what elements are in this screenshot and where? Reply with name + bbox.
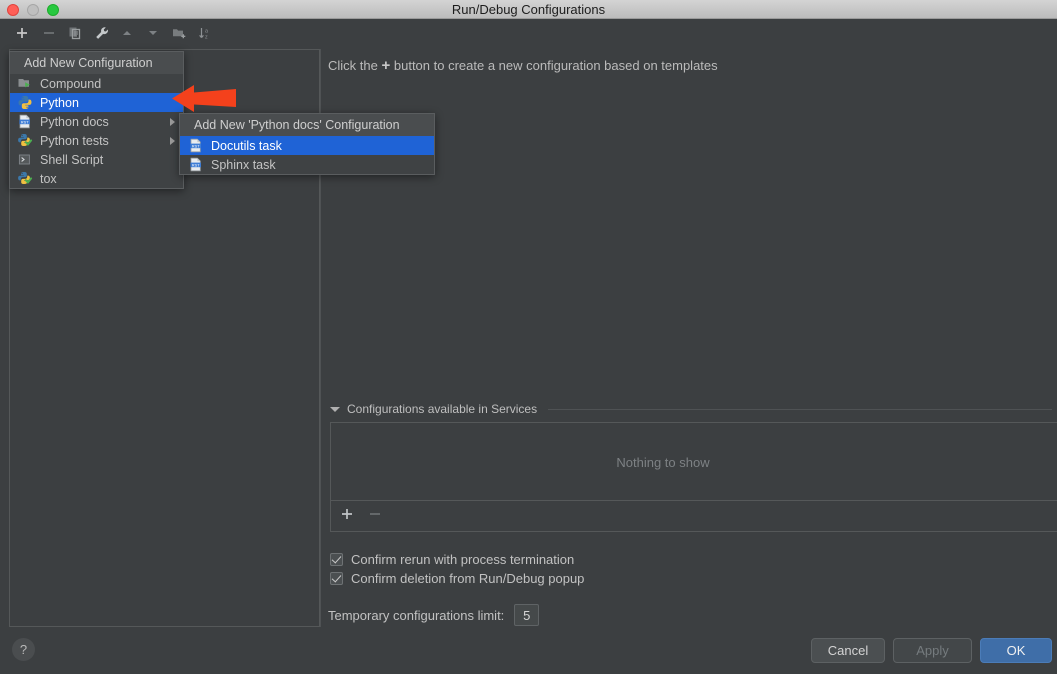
empty-state-hint: Click the + button to create a new confi… [328, 57, 718, 74]
menu-item-label: Compound [40, 76, 102, 91]
arrow-up-icon [120, 26, 134, 40]
menu-item-label: Python docs [40, 114, 109, 129]
cancel-button[interactable]: Cancel [811, 638, 885, 663]
menu-item-python-tests[interactable]: Python tests [10, 131, 183, 150]
menu-item-shell-script[interactable]: Shell Script [10, 150, 183, 169]
apply-button[interactable]: Apply [893, 638, 972, 663]
folder-add-icon [172, 26, 187, 40]
services-section-title: Configurations available in Services [347, 402, 538, 416]
menu-item-python-docs[interactable]: RST Python docs [10, 112, 183, 131]
tox-icon [17, 171, 33, 186]
python-icon [17, 95, 33, 110]
temp-limit-input[interactable] [514, 604, 540, 626]
rst-doc-icon: RST [188, 157, 204, 172]
svg-text:RST: RST [21, 119, 29, 124]
submenu-item-label: Docutils task [211, 138, 282, 153]
copy-icon [68, 26, 82, 40]
hint-suffix: button to create a new configuration bas… [393, 58, 718, 73]
hint-plus-icon: + [381, 57, 391, 74]
add-configuration-button[interactable] [12, 23, 32, 43]
temp-limit-row: Temporary configurations limit: [328, 604, 540, 626]
rst-doc-icon: RST [188, 138, 204, 153]
ok-button[interactable]: OK [980, 638, 1052, 663]
submenu-item-sphinx-task[interactable]: RST Sphinx task [180, 155, 434, 174]
plus-icon [15, 26, 29, 40]
add-configuration-menu: Add New Configuration Compound Python RS… [9, 51, 184, 189]
copy-configuration-button[interactable] [65, 23, 85, 43]
submenu-item-label: Sphinx task [211, 157, 276, 172]
rst-doc-icon: RST [17, 114, 33, 129]
section-rule [548, 408, 1052, 410]
edit-templates-button[interactable] [91, 23, 111, 43]
terminal-icon [17, 152, 33, 167]
svg-text:z: z [205, 34, 208, 40]
services-remove-button [368, 507, 382, 526]
svg-text:RST: RST [192, 162, 200, 167]
confirm-rerun-checkbox[interactable] [330, 553, 343, 566]
confirm-deletion-label: Confirm deletion from Run/Debug popup [351, 571, 585, 586]
remove-configuration-button[interactable] [39, 23, 59, 43]
services-section-header[interactable]: Configurations available in Services [330, 401, 1052, 417]
python-test-icon [17, 133, 33, 148]
chevron-down-icon[interactable] [330, 406, 340, 412]
services-empty-message: Nothing to show [616, 454, 710, 470]
hint-prefix: Click the [328, 58, 378, 73]
sort-alpha-icon: a z [198, 26, 213, 41]
confirm-deletion-row[interactable]: Confirm deletion from Run/Debug popup [330, 571, 584, 586]
menu-item-compound[interactable]: Compound [10, 74, 183, 93]
confirm-rerun-label: Confirm rerun with process termination [351, 552, 575, 567]
move-up-button[interactable] [117, 23, 137, 43]
submenu-arrow-icon [170, 136, 175, 145]
services-panel: Nothing to show [330, 422, 1057, 532]
red-arrow-annotation [168, 80, 240, 121]
services-add-button[interactable] [340, 507, 354, 526]
window-title: Run/Debug Configurations [451, 2, 606, 17]
menu-item-python[interactable]: Python [10, 93, 183, 112]
menu-item-tox[interactable]: tox [10, 169, 183, 188]
submenu-item-docutils-task[interactable]: RST Docutils task [180, 136, 434, 155]
window-titlebar: Run/Debug Configurations [0, 0, 1057, 19]
temp-limit-label: Temporary configurations limit: [328, 607, 505, 623]
help-button[interactable]: ? [12, 638, 35, 661]
menu-header: Add New Configuration [10, 52, 183, 74]
menu-item-label: Python tests [40, 133, 109, 148]
services-panel-toolbar [331, 500, 1057, 531]
new-folder-button[interactable] [169, 23, 189, 43]
sort-configurations-button[interactable]: a z [195, 23, 215, 43]
arrow-down-icon [146, 26, 160, 40]
svg-text:RST: RST [192, 143, 200, 148]
compound-icon [17, 76, 33, 91]
menu-item-label: Python [40, 95, 79, 110]
minus-icon [42, 26, 56, 40]
wrench-icon [94, 26, 109, 41]
confirm-deletion-checkbox[interactable] [330, 572, 343, 585]
confirm-rerun-row[interactable]: Confirm rerun with process termination [330, 552, 574, 567]
python-docs-submenu: Add New 'Python docs' Configuration RST … [179, 113, 435, 175]
menu-item-label: tox [40, 171, 57, 186]
config-toolbar: a z [0, 19, 1057, 46]
move-down-button[interactable] [143, 23, 163, 43]
menu-item-label: Shell Script [40, 152, 104, 167]
